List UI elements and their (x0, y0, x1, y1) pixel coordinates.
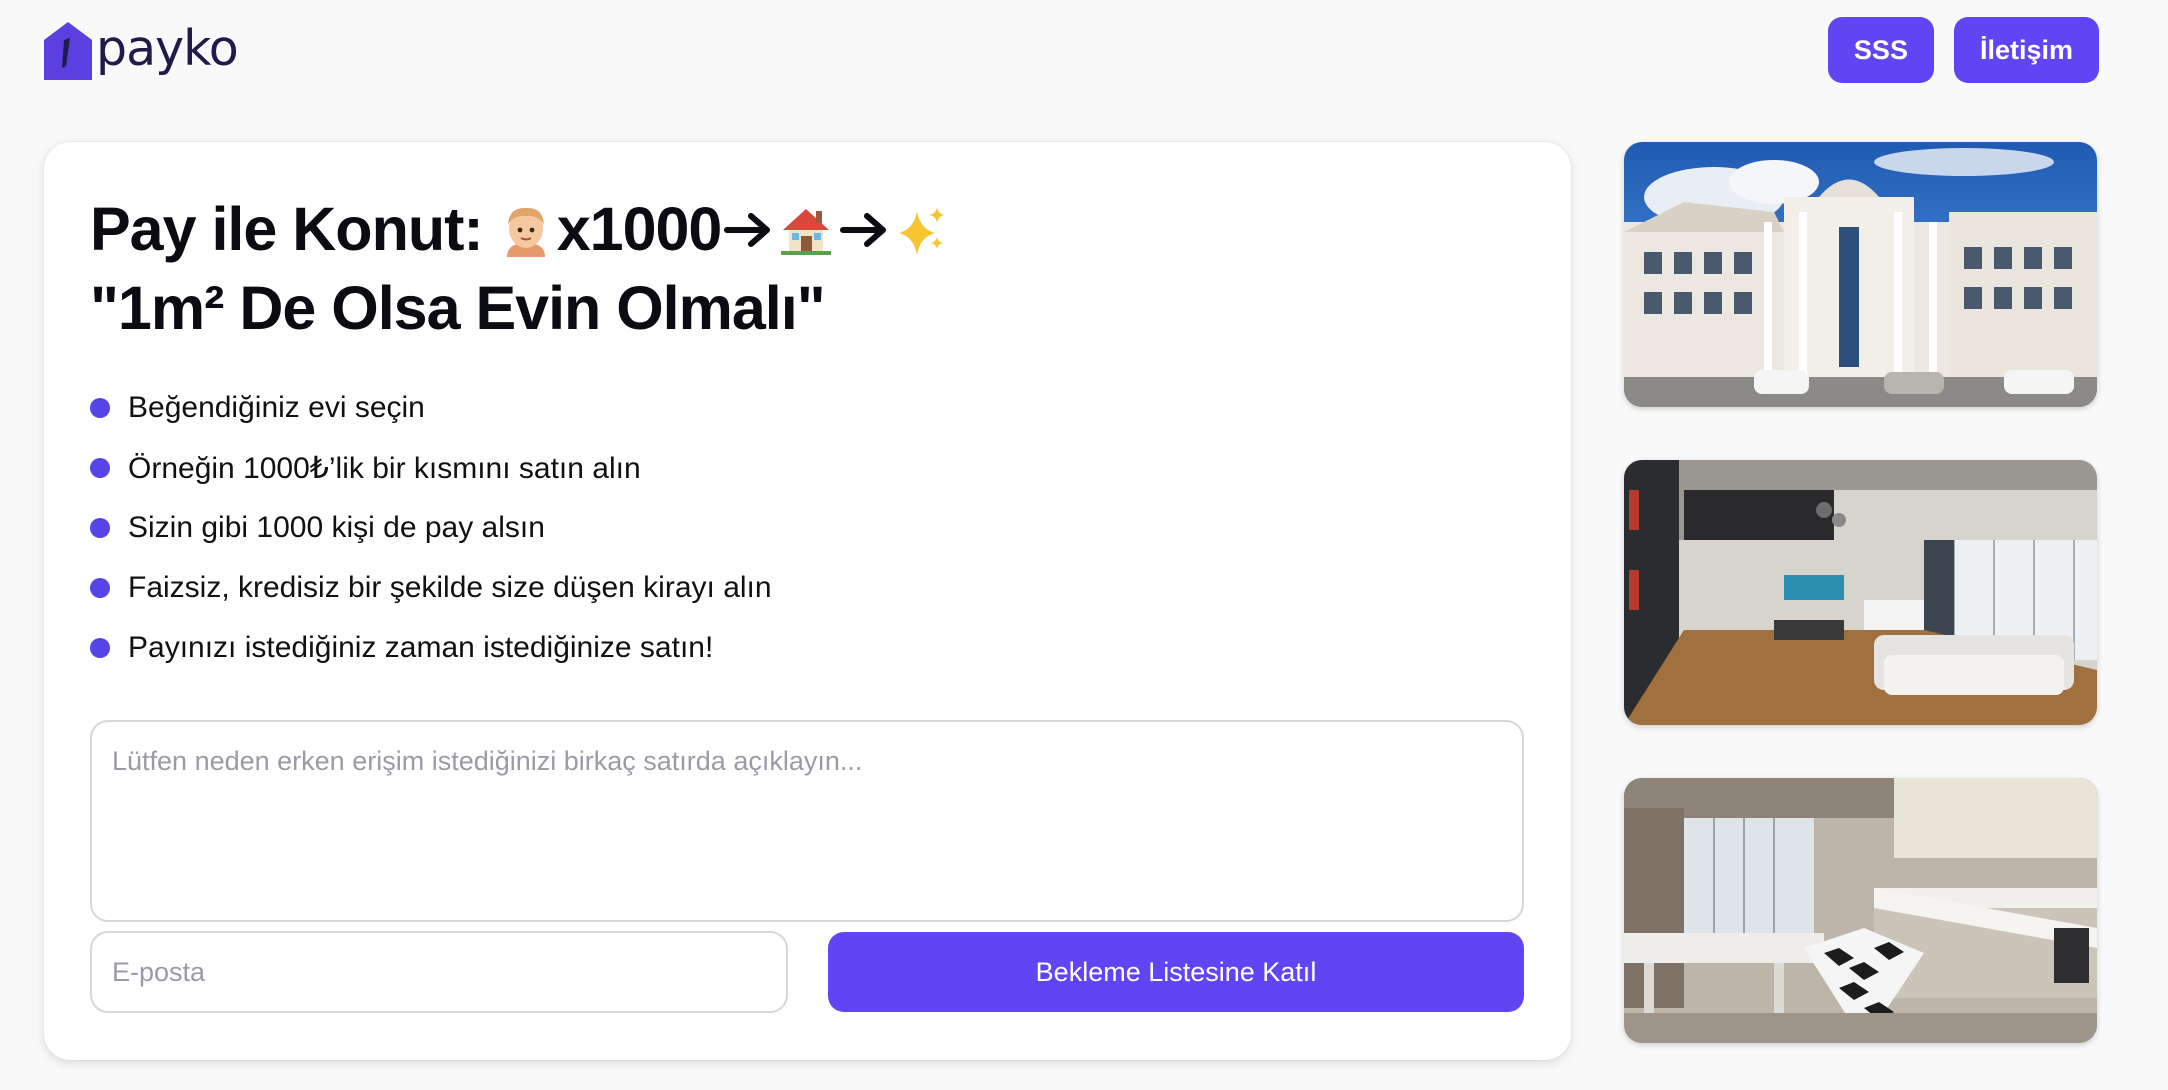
arrow-right-icon (840, 212, 887, 247)
photo-kitchen (1624, 778, 2097, 1043)
waitlist-card: Pay ile Konut: x1000 "1m² De Olsa Evin O… (44, 142, 1571, 1060)
top-nav: SSS İletişim (1827, 17, 2099, 83)
arrow-right-icon (724, 212, 771, 247)
payko-logo[interactable]: payko (44, 19, 239, 80)
headline-line-2: "1m² De Olsa Evin Olmalı" (90, 274, 826, 342)
bullet-dot-icon (90, 638, 110, 658)
man-emoji-icon (506, 207, 545, 257)
photo-building-exterior (1624, 142, 2097, 407)
list-item: Sizin gibi 1000 kişi de pay alsın (90, 498, 772, 558)
living-room-image (1624, 460, 2097, 725)
sparkles-emoji-icon (899, 206, 946, 255)
photo-living-room (1624, 460, 2097, 725)
page-title: Pay ile Konut: x1000 "1m² De Olsa Evin O… (90, 190, 953, 348)
list-item-text: Payınızı istediğiniz zaman istediğinize … (128, 631, 714, 664)
list-item: Faizsiz, kredisiz bir şekilde size düşen… (90, 558, 772, 618)
bullet-dot-icon (90, 518, 110, 538)
bullet-dot-icon (90, 578, 110, 598)
headline-line-1: Pay ile Konut: x1000 (90, 190, 953, 269)
list-item-text: Sizin gibi 1000 kişi de pay alsın (128, 511, 545, 544)
bullet-dot-icon (90, 458, 110, 478)
reason-textarea[interactable] (90, 720, 1524, 922)
benefit-list: Beğendiğiniz evi seçin Örneğin 1000₺’lik… (90, 378, 772, 678)
list-item-text: Beğendiğiniz evi seçin (128, 391, 425, 424)
faq-button[interactable]: SSS (1827, 17, 1934, 83)
building-image (1624, 142, 2097, 407)
join-waitlist-button[interactable]: Bekleme Listesine Katıl (828, 932, 1524, 1012)
headline-multiplier: x1000 (556, 195, 723, 263)
list-item-text: Faizsiz, kredisiz bir şekilde size düşen… (128, 571, 772, 604)
list-item: Beğendiğiniz evi seçin (90, 378, 772, 438)
list-item: Payınızı istediğiniz zaman istediğinize … (90, 618, 772, 678)
house-logo-icon (44, 22, 92, 80)
list-item-text: Örneğin 1000₺’lik bir kısmını satın alın (128, 451, 641, 485)
brand-name: payko (96, 19, 239, 77)
bullet-dot-icon (90, 398, 110, 418)
house-emoji-icon (781, 208, 832, 255)
headline-prefix: Pay ile Konut: (90, 195, 484, 263)
list-item: Örneğin 1000₺’lik bir kısmını satın alın (90, 438, 772, 498)
email-field[interactable] (90, 931, 788, 1013)
contact-button[interactable]: İletişim (1953, 17, 2099, 83)
kitchen-image (1624, 778, 2097, 1043)
